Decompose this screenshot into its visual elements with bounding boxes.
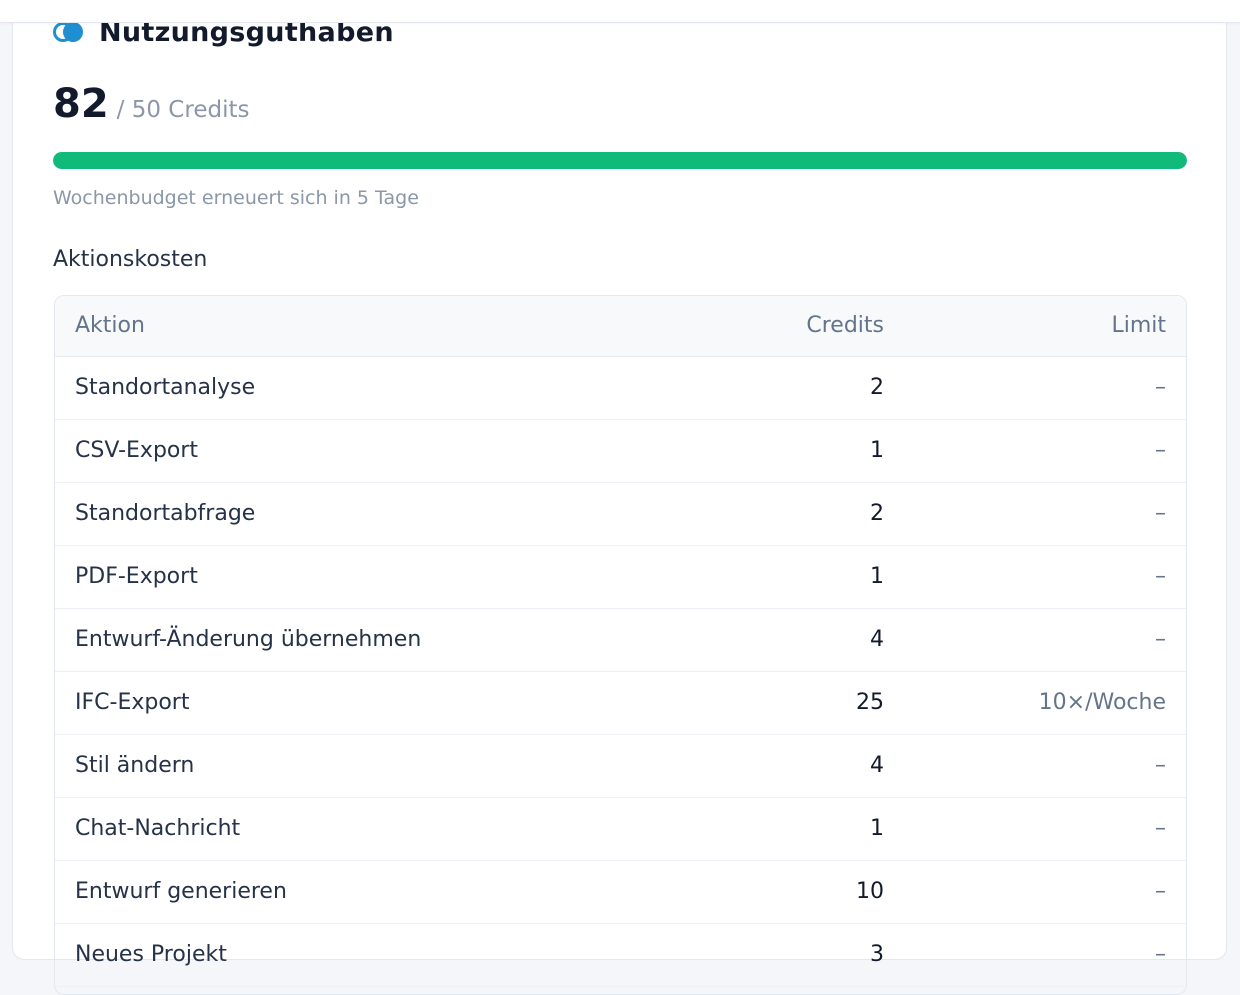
table-row: Chat-Nachricht 1 – [55, 797, 1186, 861]
action-cell: Stil ändern [55, 734, 603, 798]
action-cell: CSV-Export [55, 419, 603, 483]
action-cell: Entwurf-Änderung übernehmen [55, 608, 603, 672]
action-cell: Standortabfrage [55, 482, 603, 546]
limit-cell: 10×/Woche [885, 671, 1186, 735]
limit-cell: – [885, 797, 1186, 861]
credit-progress-bar [53, 152, 1187, 169]
column-header-action: Aktion [55, 296, 603, 357]
balance-total: / 50 Credits [116, 97, 250, 123]
action-cell: IFC-Export [55, 671, 603, 735]
action-cell: Neues Projekt [55, 923, 603, 987]
usage-credits-card: Nutzungsguthaben 82 / 50 Credits Wochenb… [12, 0, 1227, 995]
limit-cell: – [885, 356, 1186, 420]
action-cell: Entwurf generieren [55, 860, 603, 924]
action-cell: Standortanalyse [55, 356, 603, 420]
limit-cell: – [885, 923, 1186, 987]
limit-cell: – [885, 545, 1186, 609]
action-costs-title: Aktionskosten [53, 247, 208, 272]
limit-cell: – [885, 608, 1186, 672]
limit-cell: – [885, 482, 1186, 546]
limit-cell: – [885, 860, 1186, 924]
action-costs-table: Aktion Credits Limit Standortanalyse 2 –… [54, 295, 1187, 995]
credits-cell: 4 [603, 734, 885, 798]
action-cell: PDF-Export [55, 545, 603, 609]
top-bar [0, 0, 1240, 23]
table-row: Neues Projekt 3 – [55, 923, 1186, 987]
table-row: Stil ändern 4 – [55, 734, 1186, 798]
table-header-row: Aktion Credits Limit [55, 296, 1186, 357]
renewal-info: Wochenbudget erneuert sich in 5 Tage [53, 187, 419, 209]
credits-cell: 1 [603, 545, 885, 609]
limit-cell: – [885, 734, 1186, 798]
credits-cell: 10 [603, 860, 885, 924]
credit-balance: 82 / 50 Credits [53, 81, 249, 127]
table-row: PDF-Export 1 – [55, 545, 1186, 609]
column-header-limit: Limit [885, 296, 1186, 357]
credits-logo-icon [53, 20, 85, 44]
table-row: Entwurf generieren 10 – [55, 860, 1186, 924]
credits-cell: 2 [603, 356, 885, 420]
credits-cell: 25 [603, 671, 885, 735]
table-row: Standortabfrage 2 – [55, 482, 1186, 546]
credits-cell: 3 [603, 923, 885, 987]
table-row: Entwurf-Änderung übernehmen 4 – [55, 608, 1186, 672]
column-header-credits: Credits [603, 296, 885, 357]
credits-cell: 1 [603, 797, 885, 861]
credit-progress-fill [53, 152, 1187, 169]
table-row: CSV-Export 1 – [55, 419, 1186, 483]
credits-cell: 4 [603, 608, 885, 672]
action-cell: Chat-Nachricht [55, 797, 603, 861]
credits-cell: 2 [603, 482, 885, 546]
balance-value: 82 [53, 81, 109, 127]
limit-cell: – [885, 419, 1186, 483]
table-row: Standortanalyse 2 – [55, 356, 1186, 420]
credits-cell: 1 [603, 419, 885, 483]
table-row: IFC-Export 25 10×/Woche [55, 671, 1186, 735]
